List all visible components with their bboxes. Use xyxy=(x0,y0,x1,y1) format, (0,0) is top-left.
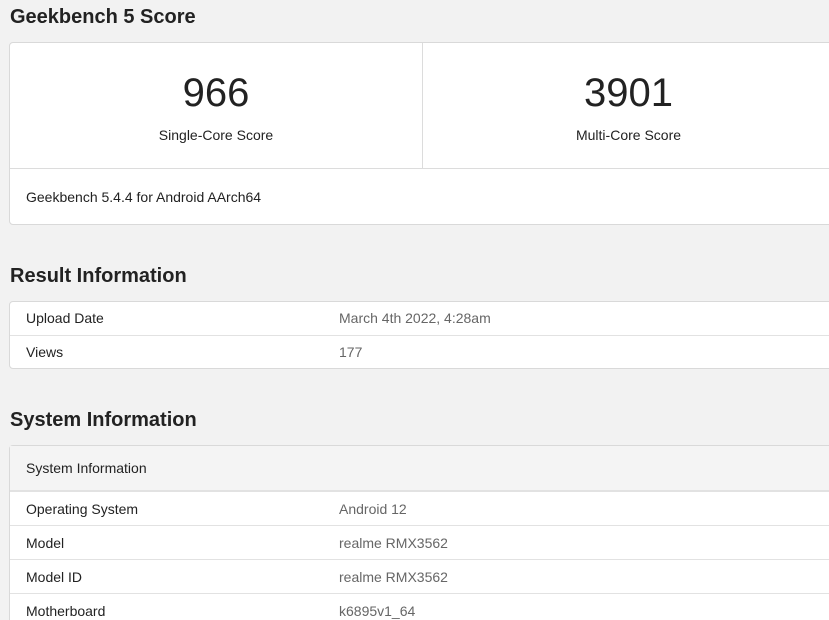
table-header: System Information xyxy=(10,446,829,491)
score-section-title: Geekbench 5 Score xyxy=(10,6,196,28)
single-core-label: Single-Core Score xyxy=(158,127,274,143)
row-key: Motherboard xyxy=(26,603,106,619)
row-value: realme RMX3562 xyxy=(339,569,448,585)
multi-core-score: 3901 xyxy=(584,71,673,115)
multi-core-label: Multi-Core Score xyxy=(575,127,682,143)
scores-row: 966 Single-Core Score 3901 Multi-Core Sc… xyxy=(10,43,829,169)
page: Geekbench 5 Score 966 Single-Core Score … xyxy=(0,0,829,620)
row-key: Upload Date xyxy=(26,310,104,326)
row-key: Views xyxy=(26,344,64,360)
result-info-table: Upload Date March 4th 2022, 4:28am Views… xyxy=(9,301,829,369)
row-value: March 4th 2022, 4:28am xyxy=(339,310,491,326)
row-value: k6895v1_64 xyxy=(339,603,416,619)
table-row: Upload Date March 4th 2022, 4:28am xyxy=(10,302,829,335)
multi-core-cell: 3901 Multi-Core Score xyxy=(422,43,829,168)
row-value: 177 xyxy=(339,344,363,360)
result-section-title: Result Information xyxy=(10,265,187,287)
row-key: Operating System xyxy=(26,501,139,517)
table-row: Views 177 xyxy=(10,335,829,368)
benchmark-version: Geekbench 5.4.4 for Android AArch64 xyxy=(26,189,262,205)
score-card: 966 Single-Core Score 3901 Multi-Core Sc… xyxy=(9,42,829,225)
table-row: Motherboard k6895v1_64 xyxy=(10,593,829,620)
single-core-score: 966 xyxy=(182,71,250,115)
row-value: realme RMX3562 xyxy=(339,535,448,551)
row-key: Model xyxy=(26,535,65,551)
table-row: Operating System Android 12 xyxy=(10,491,829,525)
single-core-cell: 966 Single-Core Score xyxy=(10,43,422,168)
row-key: Model ID xyxy=(26,569,83,585)
system-section-title: System Information xyxy=(10,409,197,431)
table-row: Model realme RMX3562 xyxy=(10,525,829,559)
table-row: Model ID realme RMX3562 xyxy=(10,559,829,593)
row-value: Android 12 xyxy=(339,501,407,517)
system-info-table: System Information Operating System Andr… xyxy=(9,445,829,620)
